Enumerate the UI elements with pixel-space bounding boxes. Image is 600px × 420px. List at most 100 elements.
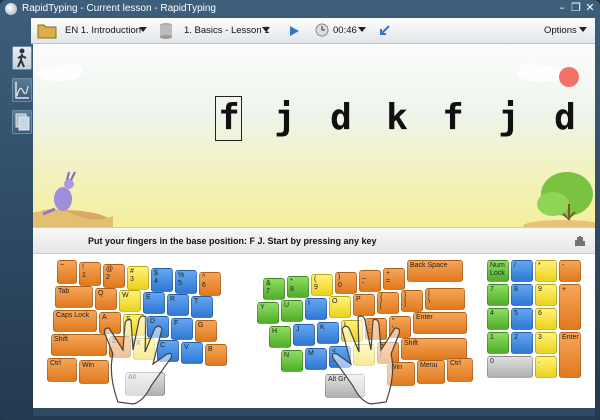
key[interactable]: Z bbox=[109, 336, 131, 358]
key[interactable]: M bbox=[305, 348, 327, 370]
sidebar-statistics-button[interactable] bbox=[12, 78, 32, 102]
key[interactable]: F bbox=[171, 318, 193, 340]
key[interactable]: X bbox=[133, 338, 155, 360]
key[interactable]: # 3 bbox=[127, 266, 149, 290]
key[interactable]: ? / bbox=[377, 342, 399, 364]
play-icon[interactable] bbox=[288, 25, 300, 37]
key[interactable]: Q bbox=[95, 288, 117, 310]
virtual-keyboard: ~! 1 @ 2 # 3 $ 4% 5 ^ 6 Tab Q W E R T Caps Lock A S D F… bbox=[33, 254, 595, 408]
key[interactable]: I bbox=[305, 298, 327, 320]
key[interactable]: 9 bbox=[535, 284, 557, 306]
chevron-down-icon[interactable] bbox=[579, 27, 587, 32]
key[interactable]: Menu bbox=[417, 360, 445, 384]
key[interactable]: 6 bbox=[535, 308, 557, 330]
maximize-button[interactable]: ❐ bbox=[569, 1, 583, 15]
key[interactable]: . bbox=[535, 356, 557, 378]
key[interactable]: 8 bbox=[511, 284, 533, 306]
key[interactable]: ) 0 bbox=[335, 272, 357, 294]
key[interactable]: Ctrl bbox=[47, 358, 77, 382]
key[interactable]: 4 bbox=[487, 308, 509, 330]
key[interactable]: V bbox=[181, 342, 203, 364]
key[interactable]: Win bbox=[79, 360, 109, 384]
kangaroo-icon bbox=[42, 171, 76, 216]
key[interactable]: R bbox=[167, 294, 189, 316]
title-bar: RapidTyping - Current lesson - RapidTypi… bbox=[0, 0, 600, 18]
close-button[interactable]: ✕ bbox=[583, 1, 597, 15]
chevron-down-icon[interactable] bbox=[358, 27, 366, 32]
hand-settings-icon[interactable] bbox=[573, 234, 587, 248]
key[interactable]: B bbox=[205, 344, 227, 366]
key[interactable]: Shift bbox=[51, 334, 107, 356]
key[interactable]: N bbox=[281, 350, 303, 372]
lesson-letter: f bbox=[442, 97, 464, 138]
key[interactable]: Enter bbox=[559, 332, 581, 378]
key[interactable]: 5 bbox=[511, 308, 533, 330]
key[interactable]: " ' bbox=[389, 316, 411, 338]
key[interactable]: O bbox=[329, 296, 351, 318]
key[interactable]: Tab bbox=[55, 286, 93, 308]
key[interactable]: ( 9 bbox=[311, 274, 333, 296]
key[interactable]: K bbox=[317, 322, 339, 344]
key[interactable]: Num Lock bbox=[487, 260, 509, 282]
key[interactable]: Win bbox=[387, 362, 415, 386]
key[interactable]: S bbox=[123, 314, 145, 336]
lesson-letter: k bbox=[386, 97, 408, 138]
key[interactable]: W bbox=[119, 290, 141, 312]
restart-arrow-icon[interactable] bbox=[377, 24, 391, 38]
key[interactable]: 3 bbox=[535, 332, 557, 354]
key[interactable]: & 7 bbox=[263, 278, 285, 300]
key[interactable]: + bbox=[559, 284, 581, 330]
key[interactable]: } ] bbox=[401, 290, 423, 312]
key[interactable]: T bbox=[191, 296, 213, 318]
key[interactable]: Enter bbox=[413, 312, 467, 334]
key[interactable]: Alt Gr bbox=[325, 374, 365, 398]
key[interactable]: ^ 6 bbox=[199, 272, 221, 296]
key[interactable]: > . bbox=[353, 344, 375, 366]
key[interactable]: H bbox=[269, 326, 291, 348]
pages-icon bbox=[15, 113, 30, 131]
options-menu[interactable]: Options bbox=[544, 25, 577, 36]
key[interactable]: + = bbox=[383, 268, 405, 290]
key[interactable]: | \ bbox=[425, 288, 465, 310]
key[interactable]: _ - bbox=[359, 270, 381, 292]
key[interactable]: U bbox=[281, 300, 303, 322]
key[interactable]: : ; bbox=[365, 318, 387, 340]
key[interactable]: Ctrl bbox=[447, 358, 473, 382]
key[interactable]: * bbox=[535, 260, 557, 282]
key[interactable]: J bbox=[293, 324, 315, 346]
key[interactable]: 0 bbox=[487, 356, 533, 378]
key[interactable]: Shift bbox=[401, 338, 467, 360]
key[interactable]: L bbox=[341, 320, 363, 342]
key[interactable]: * 8 bbox=[287, 276, 309, 298]
key[interactable]: @ 2 bbox=[103, 264, 125, 288]
key[interactable]: ! 1 bbox=[79, 262, 101, 286]
sidebar-lesson-button[interactable] bbox=[12, 46, 32, 70]
key[interactable]: 2 bbox=[511, 332, 533, 354]
key[interactable]: A bbox=[99, 312, 121, 334]
key[interactable]: ~ bbox=[57, 260, 77, 284]
key[interactable]: % 5 bbox=[175, 270, 197, 294]
key[interactable]: P bbox=[353, 294, 375, 316]
key[interactable]: Back Space bbox=[407, 260, 463, 282]
sidebar-lessons-button[interactable] bbox=[12, 110, 32, 134]
key[interactable]: C bbox=[157, 340, 179, 362]
key[interactable]: < , bbox=[329, 346, 351, 368]
key[interactable]: / bbox=[511, 260, 533, 282]
key[interactable]: Caps Lock bbox=[53, 310, 97, 332]
minimize-button[interactable]: – bbox=[555, 1, 569, 15]
folder-icon[interactable] bbox=[37, 22, 57, 39]
key[interactable]: E bbox=[143, 292, 165, 314]
key[interactable]: D bbox=[147, 316, 169, 338]
chevron-down-icon[interactable] bbox=[262, 27, 270, 32]
course-selector[interactable]: EN 1. Introduction bbox=[65, 25, 141, 36]
key[interactable]: Y bbox=[257, 302, 279, 324]
key[interactable]: G bbox=[195, 320, 217, 342]
key[interactable]: 7 bbox=[487, 284, 509, 306]
key[interactable]: { [ bbox=[377, 292, 399, 314]
key[interactable]: Alt bbox=[125, 372, 165, 396]
lesson-selector[interactable]: 1. Basics - Lesson 1 bbox=[184, 25, 270, 36]
key[interactable]: 1 bbox=[487, 332, 509, 354]
chevron-down-icon[interactable] bbox=[139, 27, 147, 32]
key[interactable]: $ 4 bbox=[151, 268, 173, 292]
key[interactable]: - bbox=[559, 260, 581, 282]
